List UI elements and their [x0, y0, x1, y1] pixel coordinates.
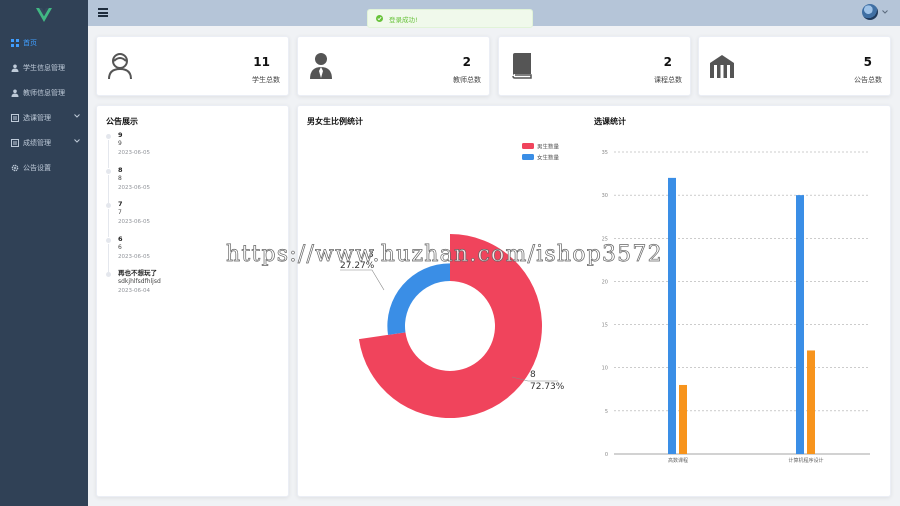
- y-tick-label: 10: [602, 366, 608, 372]
- legend-swatch-male: [522, 143, 534, 149]
- x-tick-label: 高数课程: [668, 457, 688, 464]
- bar-series1-0: [679, 384, 687, 454]
- pie-label-line-female: [340, 269, 385, 291]
- legend-label-female: 女生数量: [537, 154, 560, 162]
- watermark: https://www.huzhan.com/ishop3572: [226, 242, 663, 268]
- bar-series1-1: [807, 350, 815, 454]
- y-tick-label: 35: [602, 150, 608, 156]
- y-tick-label: 15: [602, 323, 608, 329]
- bar-series0-1: [796, 195, 804, 454]
- legend-swatch-female: [522, 154, 534, 160]
- legend-label-male: 男生数量: [537, 143, 560, 151]
- pie-slice-female: [387, 263, 450, 335]
- y-tick-label: 5: [605, 409, 608, 415]
- y-tick-label: 20: [602, 279, 608, 285]
- bar-series0-0: [668, 177, 676, 454]
- pie-label-value-male: 8: [530, 370, 536, 380]
- x-tick-label: 计算机程序设计: [788, 457, 823, 464]
- y-tick-label: 30: [602, 193, 608, 199]
- pie-label-percent-male: 72.73%: [530, 382, 565, 392]
- y-tick-label: 0: [605, 452, 608, 458]
